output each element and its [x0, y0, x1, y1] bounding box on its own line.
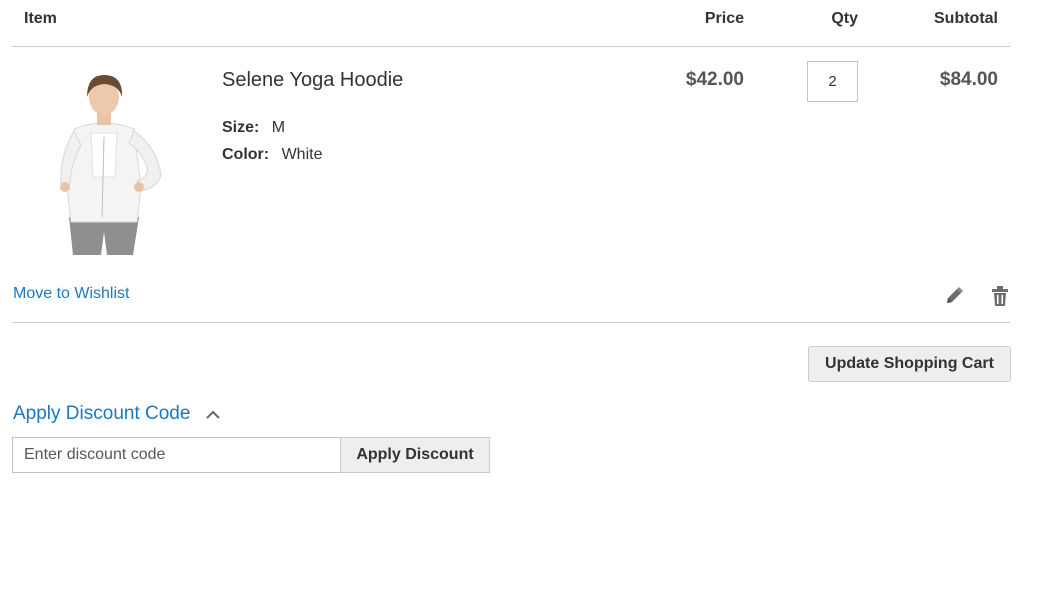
cart-table: Item Price Qty Subtotal Selene Yoga Hood… [12, 0, 1010, 323]
item-subtotal: $84.00 [939, 69, 998, 90]
discount-title: Apply Discount Code [13, 403, 191, 424]
option-color: Color: White [222, 146, 322, 164]
trash-icon[interactable] [990, 285, 1010, 307]
qty-input[interactable] [807, 61, 858, 102]
discount-code-input[interactable] [12, 437, 341, 473]
header-price: Price [704, 10, 744, 27]
move-to-wishlist-link[interactable]: Move to Wishlist [13, 285, 129, 303]
option-size: Size: M [222, 119, 285, 137]
apply-discount-button[interactable]: Apply Discount [340, 437, 490, 473]
cart-table-header: Item Price Qty Subtotal [12, 0, 1010, 47]
header-qty: Qty [831, 10, 858, 27]
cart-item-row: Selene Yoga Hoodie Size: M Color: White … [12, 47, 1010, 323]
product-photo[interactable] [29, 67, 179, 255]
chevron-up-icon [206, 410, 221, 419]
option-size-value: M [271, 119, 286, 136]
update-shopping-cart-button[interactable]: Update Shopping Cart [808, 346, 1011, 382]
header-item: Item [24, 10, 57, 27]
option-color-label: Color: [222, 146, 270, 163]
discount-toggle[interactable]: Apply Discount Code [13, 403, 221, 425]
product-name[interactable]: Selene Yoga Hoodie [222, 69, 403, 92]
header-subtotal: Subtotal [934, 10, 998, 27]
item-price: $42.00 [685, 69, 744, 90]
option-size-label: Size: [222, 119, 260, 136]
pencil-icon[interactable] [943, 285, 965, 307]
option-color-value: White [281, 146, 323, 163]
